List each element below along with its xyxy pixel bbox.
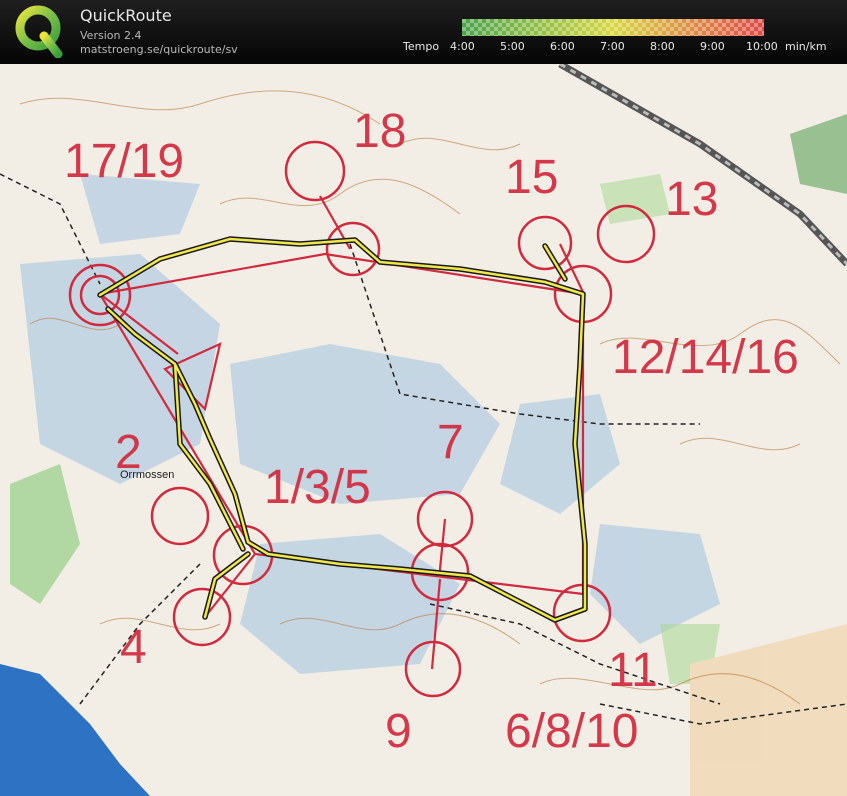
control-circle bbox=[284, 140, 346, 202]
quickroute-window: QuickRoute Version 2.4 matstroeng.se/qui… bbox=[0, 0, 847, 796]
control-circle bbox=[517, 215, 573, 271]
control-circle bbox=[150, 486, 210, 546]
orienteering-map[interactable]: 17/19 18 15 13 12/14/16 2 7 1/3/5 4 9 6/… bbox=[0, 64, 847, 796]
control-label: 11 bbox=[608, 644, 658, 697]
control-label: 13 bbox=[665, 173, 719, 226]
control-label: 6/8/10 bbox=[505, 705, 639, 758]
tempo-tick: 10:00 bbox=[746, 40, 778, 53]
control-label: 9 bbox=[385, 705, 412, 758]
tempo-tick: 9:00 bbox=[700, 40, 725, 53]
app-url: matstroeng.se/quickroute/sv bbox=[80, 43, 238, 56]
marsh-areas bbox=[20, 174, 720, 674]
app-version: Version 2.4 bbox=[80, 29, 142, 42]
tempo-color-scale bbox=[462, 19, 764, 36]
tempo-tick: 7:00 bbox=[600, 40, 625, 53]
control-label: 12/14/16 bbox=[612, 331, 799, 384]
tempo-label: Tempo bbox=[403, 40, 440, 53]
control-label: 17/19 bbox=[64, 135, 185, 188]
control-label: 4 bbox=[120, 621, 147, 674]
control-circle bbox=[325, 221, 381, 277]
tempo-tick: 8:00 bbox=[650, 40, 675, 53]
tempo-tick: 6:00 bbox=[550, 40, 575, 53]
tempo-tick: 4:00 bbox=[450, 40, 475, 53]
tempo-tick: 5:00 bbox=[500, 40, 525, 53]
control-label: 18 bbox=[353, 105, 407, 158]
quickroute-logo-icon bbox=[15, 5, 63, 58]
place-name: Orrmossen bbox=[120, 469, 175, 481]
control-label: 15 bbox=[505, 151, 559, 204]
control-circle bbox=[172, 587, 232, 647]
tempo-unit: min/km bbox=[785, 40, 827, 53]
lake-bottom-left bbox=[0, 664, 150, 796]
control-label: 1/3/5 bbox=[264, 461, 371, 514]
header-bar: QuickRoute Version 2.4 matstroeng.se/qui… bbox=[0, 0, 847, 64]
app-title: QuickRoute bbox=[80, 6, 172, 25]
control-label: 7 bbox=[437, 416, 464, 469]
